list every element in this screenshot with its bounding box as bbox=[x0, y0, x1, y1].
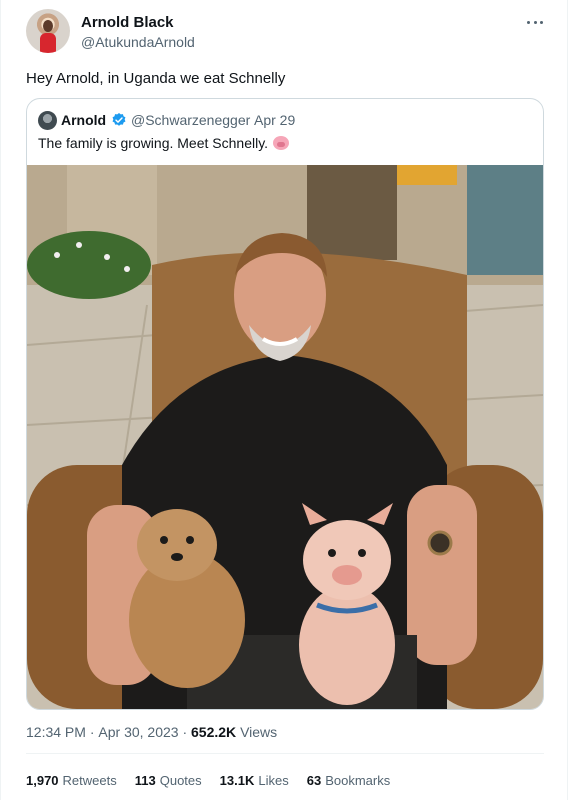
tweet-meta: 12:34 PM · Apr 30, 2023 · 652.2K Views bbox=[26, 724, 277, 740]
right-arm bbox=[407, 485, 477, 665]
more-dot bbox=[540, 20, 543, 24]
quoted-author-handle[interactable]: @Schwarzenegger bbox=[131, 112, 250, 128]
flower bbox=[54, 252, 60, 258]
stat-label: Retweets bbox=[62, 773, 117, 788]
dog-eye bbox=[160, 536, 168, 544]
quoted-tweet[interactable]: Arnold @Schwarzenegger · Apr 29 The fami… bbox=[26, 98, 544, 710]
views-label: Views bbox=[240, 724, 278, 740]
flower-bush bbox=[27, 231, 151, 299]
pig-eye bbox=[358, 549, 366, 557]
stat-bookmarks[interactable]: 63 Bookmarks bbox=[307, 773, 391, 788]
stat-label: Bookmarks bbox=[325, 773, 391, 788]
quoted-text-row: The family is growing. Meet Schnelly. bbox=[38, 135, 290, 151]
watch bbox=[427, 530, 453, 556]
stat-quotes[interactable]: 113 Quotes bbox=[135, 773, 202, 788]
quoted-separator: · bbox=[242, 112, 247, 128]
flower bbox=[124, 266, 130, 272]
stat-label: Likes bbox=[258, 773, 289, 788]
flower bbox=[104, 254, 110, 260]
stat-retweets[interactable]: 1,970 Retweets bbox=[26, 773, 117, 788]
avatar-head bbox=[43, 20, 53, 32]
photo-illustration bbox=[27, 165, 543, 709]
stat-count: 13.1K bbox=[219, 773, 255, 788]
tweet-text: Hey Arnold, in Uganda we eat Schnelly bbox=[26, 70, 286, 87]
pig-snout bbox=[332, 565, 362, 585]
views-count: 652.2K bbox=[191, 724, 237, 740]
divider bbox=[26, 753, 544, 754]
stat-label: Quotes bbox=[159, 773, 202, 788]
doorway bbox=[307, 165, 397, 260]
more-dot bbox=[533, 20, 537, 24]
pig-body bbox=[299, 585, 395, 705]
stat-likes[interactable]: 13.1K Likes bbox=[220, 773, 289, 788]
quoted-author-name[interactable]: Arnold bbox=[61, 112, 106, 128]
quoted-text: The family is growing. Meet Schnelly. bbox=[38, 135, 269, 151]
pig-face-icon bbox=[273, 136, 290, 150]
flower bbox=[76, 242, 82, 248]
stat-count: 1,970 bbox=[26, 773, 59, 788]
author-name[interactable]: Arnold Black bbox=[81, 14, 174, 31]
quoted-date[interactable]: Apr 29 bbox=[254, 112, 295, 128]
dog-eye bbox=[186, 536, 194, 544]
tweet-date[interactable]: Apr 30, 2023 bbox=[98, 724, 178, 740]
more-dots-icon[interactable] bbox=[523, 14, 547, 30]
pig-head bbox=[303, 520, 391, 600]
pig-eye bbox=[328, 549, 336, 557]
dog-nose bbox=[171, 553, 183, 561]
engagement-stats: 1,970 Retweets 113 Quotes 13.1K Likes 63… bbox=[26, 773, 390, 788]
author-avatar[interactable] bbox=[26, 9, 70, 53]
verified-badge-icon bbox=[112, 113, 126, 126]
more-dot bbox=[527, 20, 530, 24]
tweet-time[interactable]: 12:34 PM bbox=[26, 724, 86, 740]
awning bbox=[397, 165, 457, 185]
quoted-avatar[interactable] bbox=[38, 111, 57, 130]
dog-head bbox=[137, 509, 217, 581]
stat-count: 113 bbox=[134, 773, 156, 788]
window-frame bbox=[467, 165, 543, 275]
tweet-card: Arnold Black @AtukundaArnold Hey Arnold,… bbox=[0, 0, 568, 800]
author-handle[interactable]: @AtukundaArnold bbox=[81, 34, 195, 50]
stat-count: 63 bbox=[306, 773, 322, 788]
quoted-photo[interactable] bbox=[27, 165, 543, 709]
avatar-shirt bbox=[40, 33, 56, 53]
